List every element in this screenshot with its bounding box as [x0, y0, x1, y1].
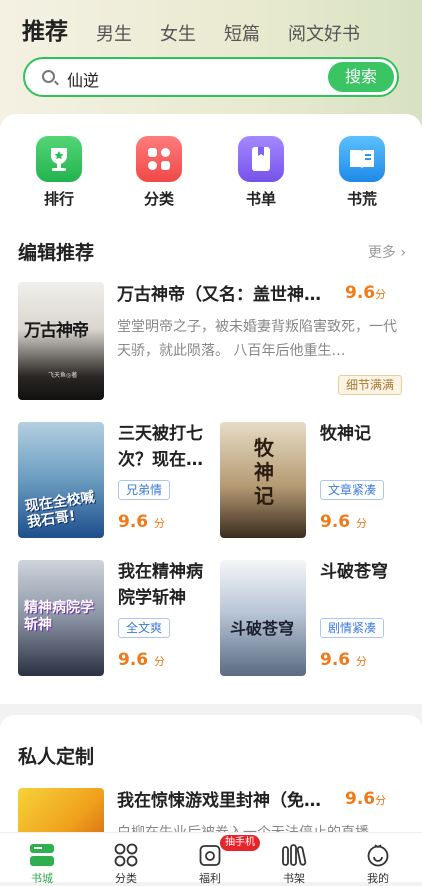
shortcut-booklist-label: 书单 [245, 190, 276, 208]
cover-3-text: 精神病院学斩神 [24, 600, 94, 633]
featured-book-tag: 细节满满 [338, 375, 403, 395]
custom-title: 私人定制 [18, 746, 95, 768]
shortcut-ranking-label: 排行 [43, 190, 74, 208]
book-3-score-value: 9.6 [118, 650, 149, 670]
custom-book-title[interactable]: 我在惊悚游戏里封神（免… [117, 788, 347, 814]
book-4-score: 9.6 分 [320, 650, 367, 670]
custom-book-score: 9.6分 [345, 789, 386, 809]
book-4-tag: 剧情紧凑 [320, 618, 385, 638]
book-1-tag: 兄弟情 [118, 480, 171, 500]
editor-picks-more[interactable]: 更多 › [368, 242, 406, 262]
book-cover-3[interactable]: 精神病院学斩神 [18, 560, 104, 676]
tab-male[interactable]: 男生 [96, 20, 132, 46]
bookstore-icon [30, 844, 54, 866]
cover-2-text: 牧神记 [254, 436, 274, 508]
shortcut-category-label: 分类 [143, 190, 174, 208]
shortcut-ranking[interactable]: 排行 [29, 136, 89, 209]
featured-book-desc: 堂堂明帝之子，被未婚妻背叛陷害致死，一代天骄，就此陨落。 八百年后他重生… [117, 319, 397, 359]
book-3-tag: 全文爽 [118, 618, 171, 638]
custom-card: 私人定制 我在惊悚游戏里封神（免… 9.6分 白柳在失业后被卷入一个无法停止的直… [0, 715, 422, 848]
book-1-score: 9.6 分 [118, 512, 165, 532]
book-3-score-unit: 分 [154, 655, 166, 668]
nav-profile-label: 我的 [367, 872, 389, 885]
trophy-icon [36, 136, 82, 182]
nav-bookshelf-label: 书架 [283, 872, 305, 885]
cover-1-text: 现在全校喊我石哥! [24, 489, 96, 531]
tab-yuewen[interactable]: 阅文好书 [288, 20, 360, 46]
nav-welfare-label: 福利 [199, 872, 221, 885]
gift-icon [199, 845, 221, 866]
category-grid-icon [136, 136, 182, 182]
welfare-badge: 抽手机 [220, 835, 260, 851]
nav-category-label: 分类 [115, 872, 137, 885]
book-4-title[interactable]: 斗破苍穹 [320, 559, 410, 585]
cover-author-text: 飞天鱼◎著 [48, 372, 78, 379]
book-cover-1[interactable]: 现在全校喊我石哥! [18, 422, 104, 538]
search-bar[interactable]: 仙逆 搜索 [23, 57, 399, 97]
custom-score-unit: 分 [375, 794, 387, 807]
shortcut-booklist[interactable]: 书单 [231, 136, 291, 209]
featured-book-title[interactable]: 万古神帝（又名：盖世神… [117, 282, 347, 308]
category-tabs: 推荐 男生 女生 短篇 阅文好书 [22, 12, 388, 46]
cover-4-text: 斗破苍穹 [230, 619, 295, 638]
tab-recommend[interactable]: 推荐 [22, 12, 68, 46]
book-1-title[interactable]: 三天被打七次？现在… [118, 421, 210, 473]
booklist-icon [238, 136, 284, 182]
cover-title-text: 万古神帝 [24, 321, 89, 341]
search-icon [42, 70, 55, 83]
book-4-score-unit: 分 [356, 655, 368, 668]
book-2-title[interactable]: 牧神记 [320, 421, 410, 447]
shortcut-book-shortage[interactable]: 书荒 [332, 136, 392, 209]
editor-picks-title: 编辑推荐 [18, 242, 95, 264]
book-2-score-unit: 分 [356, 517, 368, 530]
shortcut-category[interactable]: 分类 [129, 136, 189, 209]
book-cover-4[interactable]: 斗破苍穹 [220, 560, 306, 676]
tab-short[interactable]: 短篇 [224, 20, 260, 46]
bookshelf-icon [282, 844, 307, 866]
grid-icon [114, 843, 138, 867]
book-1-score-value: 9.6 [118, 512, 149, 532]
featured-book-score: 9.6分 [345, 283, 386, 303]
featured-score-value: 9.6 [345, 283, 376, 303]
book-2-score: 9.6 分 [320, 512, 367, 532]
book-cover-featured[interactable]: 万古神帝 飞天鱼◎著 [18, 282, 104, 400]
book-3-score: 9.6 分 [118, 650, 165, 670]
book-2-score-value: 9.6 [320, 512, 351, 532]
book-1-score-unit: 分 [154, 517, 166, 530]
book-4-score-value: 9.6 [320, 650, 351, 670]
featured-score-unit: 分 [375, 288, 387, 301]
shortcut-book-shortage-label: 书荒 [346, 190, 377, 208]
book-3-title[interactable]: 我在精神病院学斩神 [118, 559, 210, 611]
profile-icon [367, 844, 389, 867]
main-card: 排行 分类 书单 书荒 编辑推荐 更多 › 万古神帝 飞天鱼◎著 万古神帝（又名… [0, 114, 422, 704]
search-input[interactable]: 仙逆 [67, 67, 99, 91]
open-book-icon [339, 136, 385, 182]
more-label: 更多 [367, 245, 396, 261]
tab-female[interactable]: 女生 [160, 20, 196, 46]
custom-score-value: 9.6 [345, 789, 376, 809]
chevron-right-icon: › [400, 245, 406, 261]
book-2-tag: 文章紧凑 [320, 480, 385, 500]
bottom-nav: 书城 分类 福利 书架 我的 [0, 832, 422, 885]
nav-bookstore-label: 书城 [31, 872, 53, 885]
book-cover-2[interactable]: 牧神记 [220, 422, 306, 538]
search-button[interactable]: 搜索 [328, 62, 394, 92]
